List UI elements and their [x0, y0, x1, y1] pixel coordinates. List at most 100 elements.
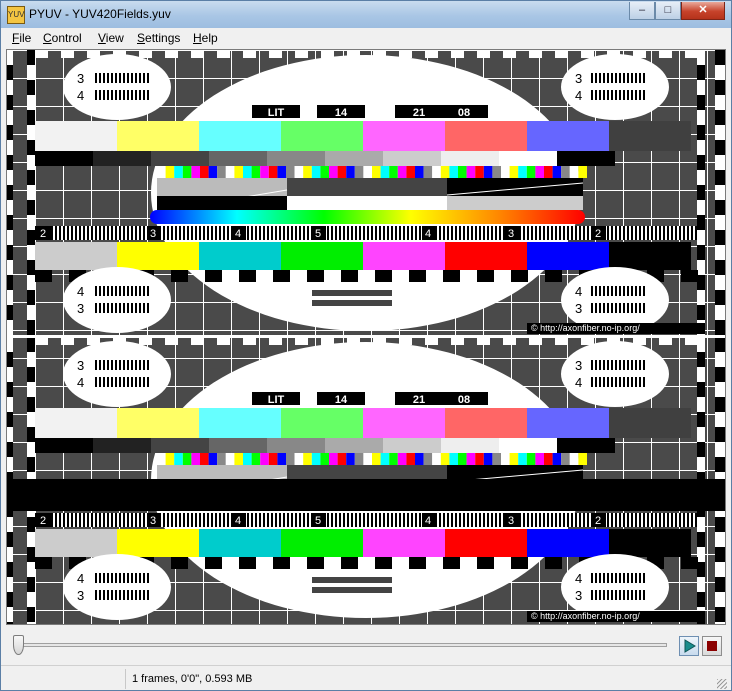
header-label: 21 [413, 394, 425, 406]
color-bar-lower [281, 529, 363, 557]
grey-ramp-step [151, 151, 209, 166]
status-bar: 1 frames, 0'0", 0.593 MB [1, 665, 731, 690]
circle-number: 4 [77, 88, 84, 103]
grey-ramp-step [557, 151, 615, 166]
menu-file[interactable]: File [12, 31, 31, 45]
color-bar-lower [199, 529, 281, 557]
scale-number: 4 [425, 228, 431, 240]
circle-number: 3 [575, 71, 582, 86]
test-pattern-image: LIT 14 21 08 2 3 4 5 4 3 2 3 4 3 4 4 3 4 3 LIT 14 21 08 2 3 4 5 4 3… [7, 50, 725, 624]
scale-number: 4 [235, 228, 241, 240]
menu-settings[interactable]: Settings [137, 31, 180, 45]
grey-ramp-step [93, 151, 151, 166]
color-bar-upper [281, 121, 363, 151]
color-bar-lower [445, 242, 527, 270]
grey-ramp-step [383, 151, 441, 166]
color-bar-upper [199, 121, 281, 151]
scale-number: 4 [235, 515, 241, 527]
color-bar-upper [117, 408, 199, 438]
field-glitch-band [7, 479, 725, 511]
title-bar[interactable]: YUV PYUV - YUV420Fields.yuv – □ ✕ [1, 1, 731, 29]
color-bar-lower [609, 529, 691, 557]
grey-ramp-step [383, 438, 441, 453]
header-label: 08 [458, 394, 470, 406]
menu-bar: File Control View Settings Help [1, 28, 731, 48]
header-label: 21 [413, 107, 425, 119]
color-bar-upper [35, 121, 117, 151]
color-bar-lower [527, 242, 609, 270]
grey-ramp-step [151, 438, 209, 453]
color-bar-lower [117, 242, 199, 270]
scale-number: 4 [425, 515, 431, 527]
color-bar-upper [363, 408, 445, 438]
header-label: 14 [335, 394, 348, 406]
color-bar-lower [199, 242, 281, 270]
stop-icon [707, 641, 717, 651]
color-bar-upper [527, 408, 609, 438]
playback-controls [1, 627, 731, 665]
circle-number: 4 [77, 284, 84, 299]
scale-number: 3 [150, 228, 156, 240]
circle-number: 3 [77, 588, 84, 603]
color-bar-upper [35, 408, 117, 438]
color-bar-lower [527, 529, 609, 557]
watermark-text: © http://axonfiber.no-ip.org/ [531, 323, 640, 333]
minimize-button[interactable]: – [629, 2, 655, 20]
circle-number: 4 [575, 375, 582, 390]
color-bar-upper [117, 121, 199, 151]
color-bar-lower [117, 529, 199, 557]
color-bar-upper [445, 408, 527, 438]
grey-ramp-step [441, 151, 499, 166]
close-button[interactable]: ✕ [681, 2, 725, 20]
grey-ramp-step [267, 151, 325, 166]
color-bar-upper [527, 121, 609, 151]
color-bar-upper [609, 408, 691, 438]
grey-ramp-step [93, 438, 151, 453]
seek-slider-thumb[interactable] [13, 635, 24, 655]
play-button[interactable] [679, 636, 699, 656]
video-display[interactable]: LIT 14 21 08 2 3 4 5 4 3 2 3 4 3 4 4 3 4 3 LIT 14 21 08 2 3 4 5 4 3… [6, 49, 726, 625]
grey-ramp-step [267, 438, 325, 453]
color-bar-lower [35, 242, 117, 270]
scale-number: 2 [595, 228, 601, 240]
circle-number: 3 [575, 588, 582, 603]
field-top: LIT 14 21 08 2 3 4 5 4 3 2 3 4 3 4 4 3 4 3 [7, 50, 725, 350]
app-window: YUV PYUV - YUV420Fields.yuv – □ ✕ File C… [0, 0, 732, 691]
calibration-circle [63, 554, 171, 620]
grey-ramp-step [35, 438, 93, 453]
maximize-button[interactable]: □ [655, 2, 681, 20]
watermark-text: © http://axonfiber.no-ip.org/ [531, 611, 640, 621]
play-icon [684, 639, 696, 653]
circle-number: 4 [77, 375, 84, 390]
color-bar-lower [363, 529, 445, 557]
menu-control[interactable]: Control [43, 31, 82, 45]
scale-number: 5 [315, 515, 321, 527]
grey-ramp-step [325, 438, 383, 453]
scale-number: 2 [595, 515, 601, 527]
seek-slider-track[interactable] [15, 643, 667, 647]
grey-ramp-step [35, 151, 93, 166]
circle-number: 4 [575, 571, 582, 586]
stop-button[interactable] [702, 636, 722, 656]
color-bar-upper [363, 121, 445, 151]
calibration-circle [63, 267, 171, 333]
circle-number: 3 [575, 358, 582, 373]
scale-number: 2 [40, 515, 46, 527]
menu-help[interactable]: Help [193, 31, 218, 45]
grey-ramp-step [209, 151, 267, 166]
color-bar-lower [445, 529, 527, 557]
scale-number: 3 [150, 515, 156, 527]
color-bar-lower [363, 242, 445, 270]
color-bar-lower [609, 242, 691, 270]
menu-view[interactable]: View [98, 31, 124, 45]
color-bar-upper [199, 408, 281, 438]
grey-ramp-step [325, 151, 383, 166]
status-text: 1 frames, 0'0", 0.593 MB [132, 673, 253, 685]
color-bar-lower [35, 529, 117, 557]
resize-grip-icon[interactable] [717, 679, 727, 689]
calibration-circle [561, 341, 669, 407]
grey-ramp-step [499, 438, 557, 453]
header-label: LIT [268, 107, 285, 119]
field-divider [7, 335, 725, 338]
grey-ramp-step [441, 438, 499, 453]
